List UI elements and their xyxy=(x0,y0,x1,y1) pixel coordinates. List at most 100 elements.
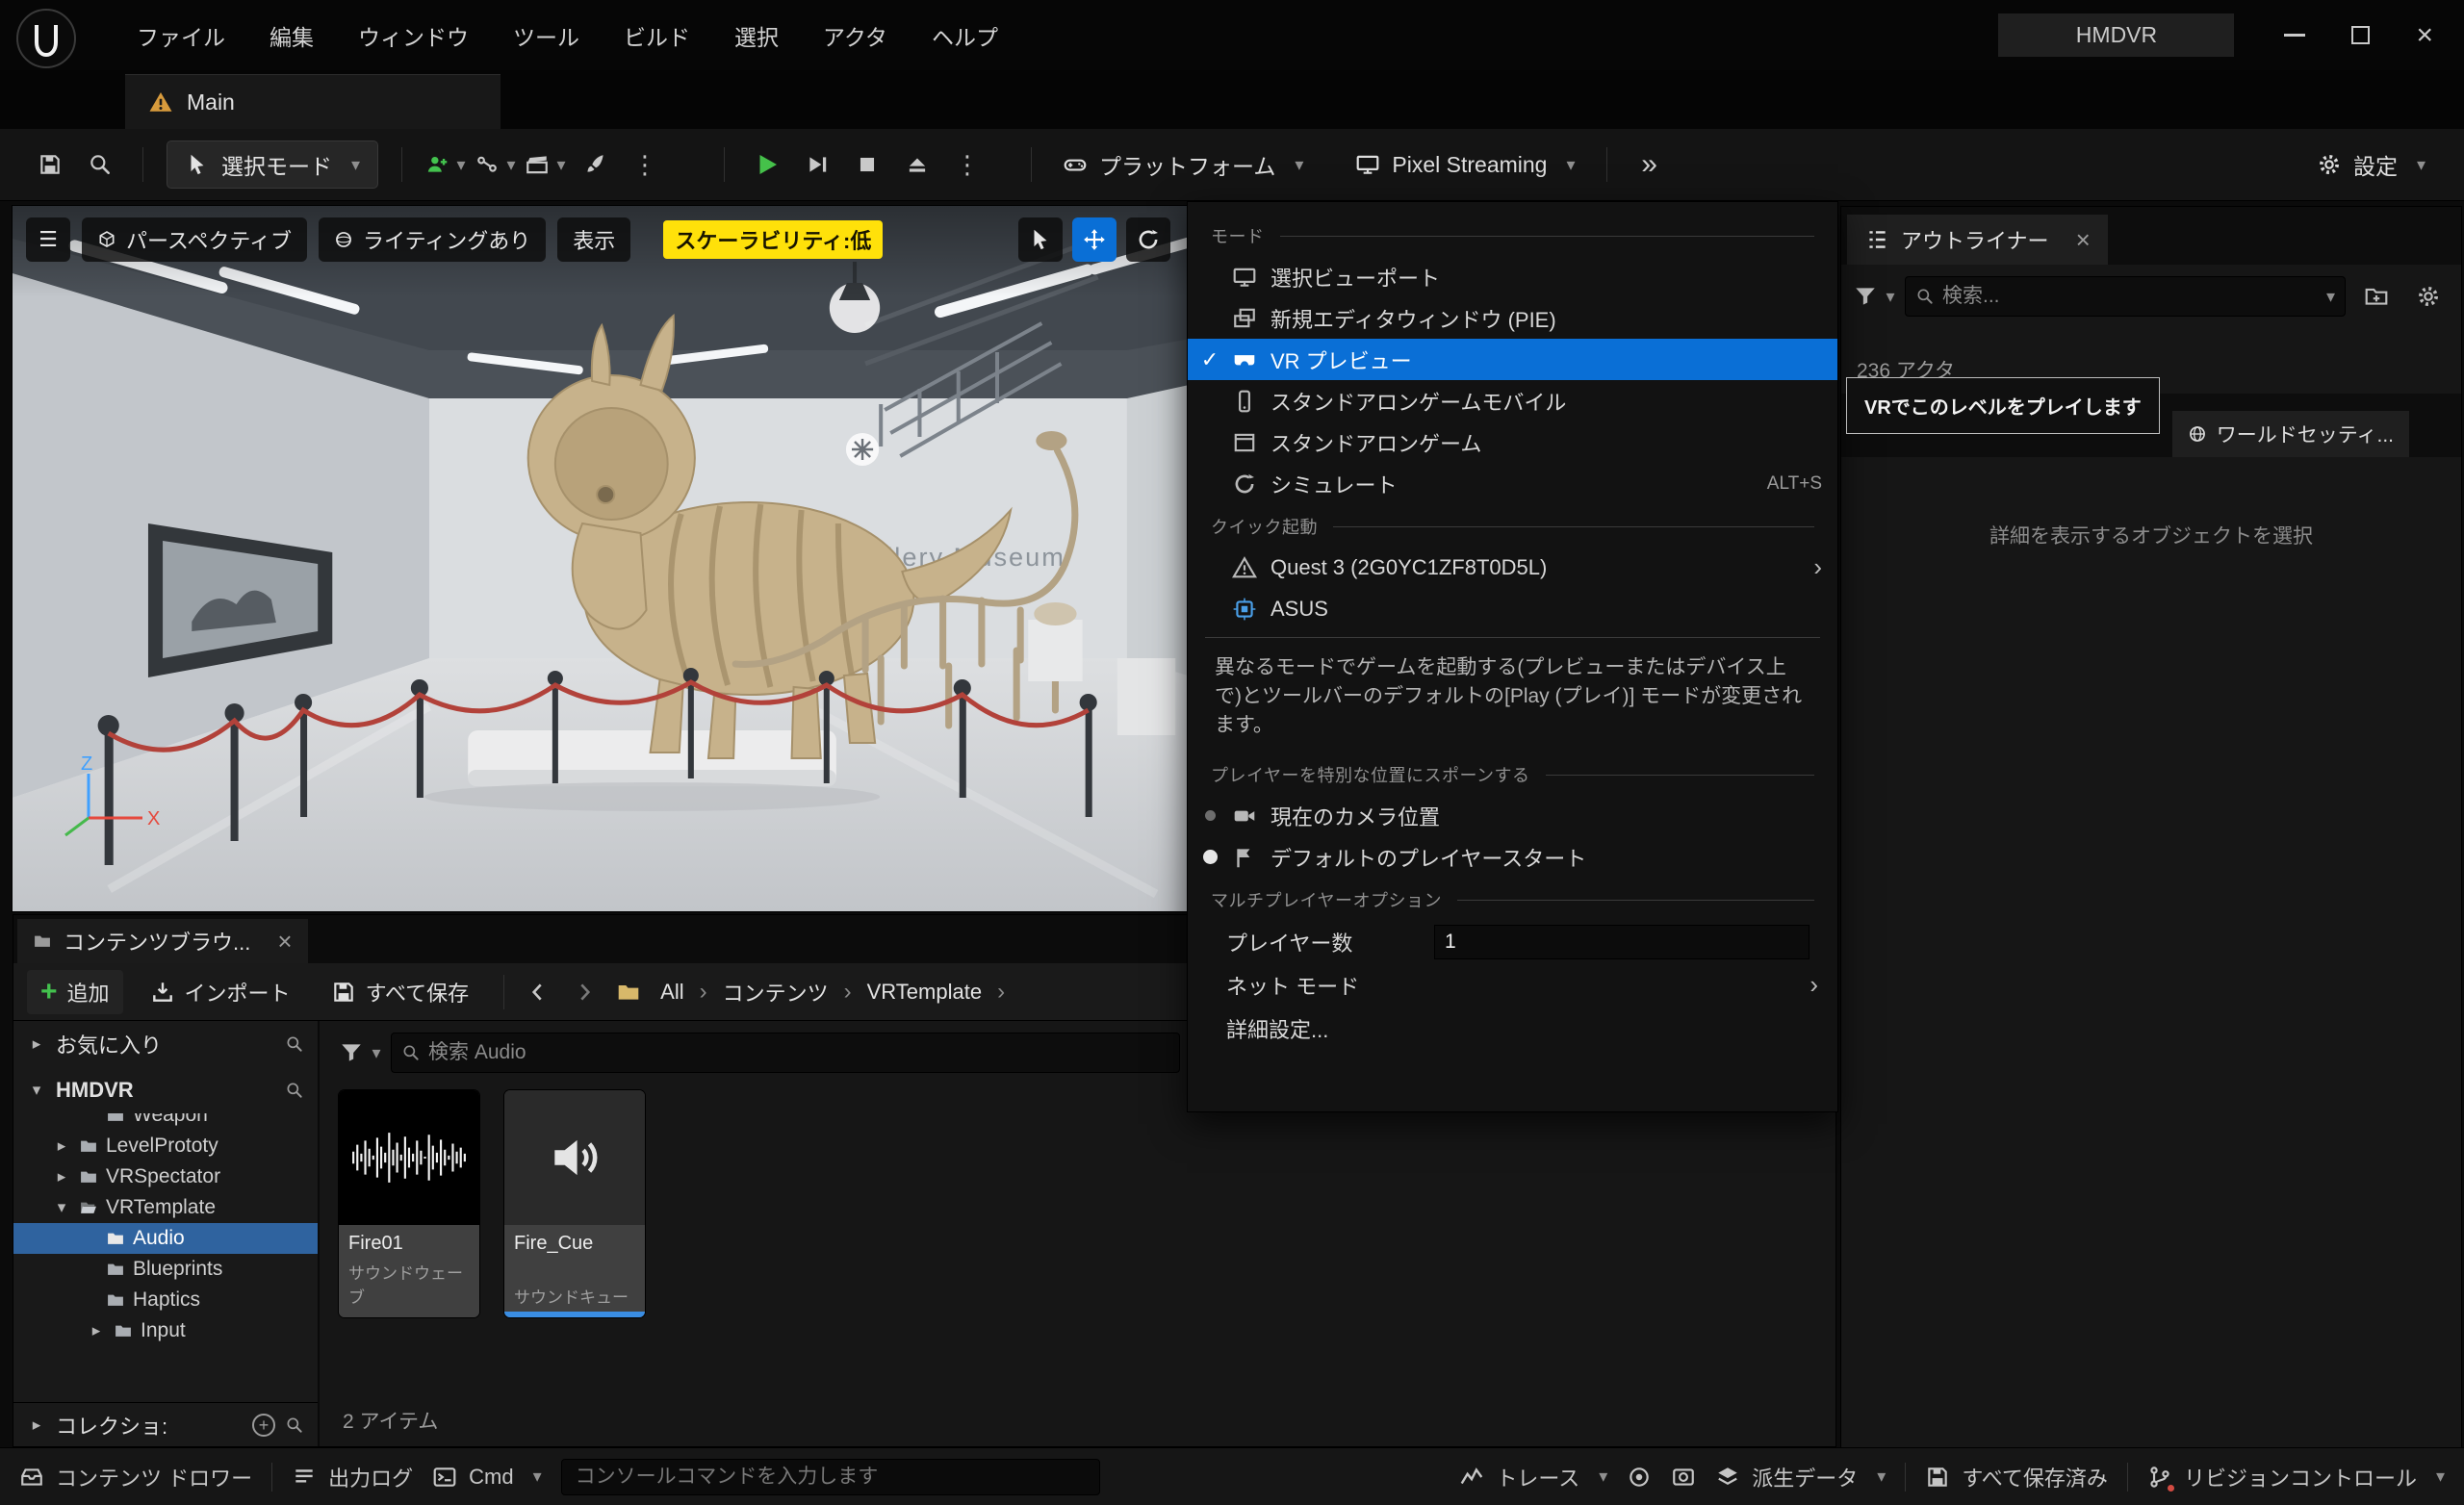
all-saved-button[interactable]: すべて保存済み xyxy=(1925,1462,2108,1492)
menu-item-asus[interactable]: ASUS xyxy=(1188,588,1837,629)
lit-mode-button[interactable]: ライティングあり xyxy=(319,217,546,262)
tree-item-weapon[interactable]: Weapon xyxy=(13,1113,318,1131)
search-icon[interactable] xyxy=(285,1081,304,1100)
menu-file[interactable]: ファイル xyxy=(137,19,225,52)
chevron-down-icon: ▾ xyxy=(533,1467,542,1487)
asset-search-input[interactable] xyxy=(428,1041,1169,1064)
breadcrumb-content[interactable]: コンテンツ xyxy=(717,977,834,1008)
close-icon[interactable]: × xyxy=(277,929,292,954)
blueprints-button[interactable]: ▾ xyxy=(470,140,520,190)
save-all-button[interactable]: すべて保存 xyxy=(318,970,483,1014)
menu-select[interactable]: 選択 xyxy=(734,19,779,52)
profiler-button[interactable] xyxy=(1627,1465,1652,1490)
cinematics-button[interactable]: ▾ xyxy=(520,140,570,190)
tree-item-blueprints[interactable]: Blueprints xyxy=(13,1254,318,1285)
tree-item-haptics[interactable]: Haptics xyxy=(13,1285,318,1315)
add-collection-icon[interactable]: + xyxy=(252,1414,275,1437)
outliner-settings-button[interactable] xyxy=(2407,276,2450,317)
collections-row[interactable]: ▸ コレクショ: + xyxy=(13,1402,318,1446)
forward-button[interactable] xyxy=(564,972,604,1012)
save-button[interactable] xyxy=(25,140,75,190)
content-drawer-button[interactable]: コンテンツ ドロワー xyxy=(19,1462,252,1492)
select-tool-button[interactable] xyxy=(1018,217,1063,262)
browse-content-button[interactable] xyxy=(75,140,125,190)
menu-item-simulate[interactable]: シミュレート ALT+S xyxy=(1188,463,1837,504)
tree-item-vrtemplate[interactable]: ▾ VRTemplate xyxy=(13,1192,318,1223)
tree-item-vrspectator[interactable]: ▸ VRSpectator xyxy=(13,1161,318,1192)
favorites-row[interactable]: ▸ お気に入り xyxy=(13,1021,318,1067)
settings-button[interactable]: 設定 ▾ xyxy=(2303,140,2439,190)
menu-actor[interactable]: アクタ xyxy=(823,19,887,52)
player-count-input[interactable] xyxy=(1434,925,1810,959)
breadcrumb-all[interactable]: All xyxy=(654,980,689,1005)
menu-item-selected-viewport[interactable]: 選択ビューポート xyxy=(1188,256,1837,297)
tree-item-input[interactable]: ▸ Input xyxy=(13,1315,318,1346)
perspective-button[interactable]: パースペクティブ xyxy=(82,217,307,262)
search-icon[interactable] xyxy=(285,1416,304,1435)
status-bar: コンテンツ ドロワー 出力ログ Cmd▾ トレース▾ 派生データ▾ すべて保存済… xyxy=(0,1447,2464,1505)
add-actor-button[interactable]: ▾ xyxy=(420,140,470,190)
editor-modes-button[interactable] xyxy=(570,140,620,190)
select-mode-button[interactable]: 選択モード ▾ xyxy=(167,140,378,189)
menu-item-advanced-settings[interactable]: 詳細設定... xyxy=(1188,1007,1837,1050)
project-row[interactable]: ▾ HMDVR xyxy=(13,1067,318,1113)
viewport-menu-button[interactable]: ☰ xyxy=(26,217,70,262)
rotate-tool-button[interactable] xyxy=(1126,217,1170,262)
search-icon[interactable] xyxy=(285,1034,304,1054)
scalability-badge[interactable]: スケーラビリティ:低 xyxy=(663,220,883,259)
derived-data-button[interactable]: 派生データ▾ xyxy=(1715,1462,1886,1492)
menu-item-current-camera-location[interactable]: 現在のカメラ位置 xyxy=(1188,795,1837,836)
breadcrumb-vrtemplate[interactable]: VRTemplate xyxy=(861,980,988,1005)
tab-world-settings[interactable]: ワールドセッティ... xyxy=(2172,411,2409,457)
tab-outliner[interactable]: アウトライナー × xyxy=(1847,215,2108,265)
add-folder-button[interactable] xyxy=(2355,276,2398,317)
outliner-search-input[interactable] xyxy=(1942,285,2311,308)
console-input[interactable] xyxy=(561,1459,1100,1495)
close-icon[interactable]: × xyxy=(2076,227,2091,252)
output-log-button[interactable]: 出力ログ xyxy=(292,1462,413,1492)
platforms-button[interactable]: プラットフォーム ▾ xyxy=(1049,140,1317,190)
toolbar-more-button[interactable]: ⋮ xyxy=(620,140,670,190)
outliner-list[interactable] xyxy=(1841,328,2461,353)
play-button[interactable] xyxy=(742,140,792,190)
close-window-button[interactable]: × xyxy=(2416,21,2433,50)
asset-fire-cue[interactable]: Fire_Cue サウンドキュー xyxy=(504,1090,645,1317)
menu-window[interactable]: ウィンドウ xyxy=(358,19,469,52)
tree-item-levelprototyping[interactable]: ▸ LevelPrototy xyxy=(13,1131,318,1161)
toolbar-overflow-button[interactable]: » xyxy=(1625,140,1675,190)
frame-skip-button[interactable] xyxy=(792,140,842,190)
add-button[interactable]: +追加 xyxy=(27,970,123,1014)
menu-item-new-editor-window-pie[interactable]: 新規エディタウィンドウ (PIE) xyxy=(1188,297,1837,339)
outliner-filter-button[interactable]: ▾ xyxy=(1853,276,1895,317)
tab-content-browser[interactable]: コンテンツブラウ... × xyxy=(17,919,308,963)
revision-control-button[interactable]: リビジョンコントロール ▾ xyxy=(2147,1462,2445,1492)
menu-tools[interactable]: ツール xyxy=(513,19,579,52)
menu-item-standalone-game[interactable]: スタンドアロンゲーム xyxy=(1188,421,1837,463)
show-button[interactable]: 表示 xyxy=(557,217,630,262)
screenshot-button[interactable] xyxy=(1671,1465,1696,1490)
menu-item-net-mode[interactable]: ネット モード › xyxy=(1188,963,1837,1007)
cmd-select[interactable]: Cmd▾ xyxy=(432,1465,542,1490)
menu-item-standalone-mobile[interactable]: スタンドアロンゲームモバイル xyxy=(1188,380,1837,421)
menu-build[interactable]: ビルド xyxy=(624,19,690,52)
stop-button[interactable] xyxy=(842,140,892,190)
move-tool-button[interactable] xyxy=(1072,217,1116,262)
unreal-logo[interactable] xyxy=(15,8,77,69)
menu-help[interactable]: ヘルプ xyxy=(932,19,998,52)
tab-main-level[interactable]: Main xyxy=(125,74,500,129)
eject-button[interactable] xyxy=(892,140,942,190)
play-options-button[interactable]: ⋮ xyxy=(942,140,992,190)
tree-item-audio[interactable]: Audio xyxy=(13,1223,318,1254)
asset-filter-button[interactable]: ▾ xyxy=(339,1033,381,1073)
menu-item-quest3[interactable]: Quest 3 (2G0YC1ZF8T0D5L) › xyxy=(1188,547,1837,588)
maximize-button[interactable] xyxy=(2351,26,2370,44)
menu-item-default-player-start[interactable]: デフォルトのプレイヤースタート xyxy=(1188,836,1837,878)
minimize-button[interactable] xyxy=(2284,34,2305,37)
pixel-streaming-button[interactable]: Pixel Streaming ▾ xyxy=(1342,140,1588,190)
import-button[interactable]: インポート xyxy=(137,970,304,1014)
trace-button[interactable]: トレース▾ xyxy=(1459,1462,1607,1492)
asset-fire01[interactable]: Fire01 サウンドウェーブ xyxy=(339,1090,479,1317)
menu-edit[interactable]: 編集 xyxy=(270,19,314,52)
menu-item-vr-preview[interactable]: ✓ VR プレビュー xyxy=(1188,339,1837,380)
back-button[interactable] xyxy=(518,972,558,1012)
